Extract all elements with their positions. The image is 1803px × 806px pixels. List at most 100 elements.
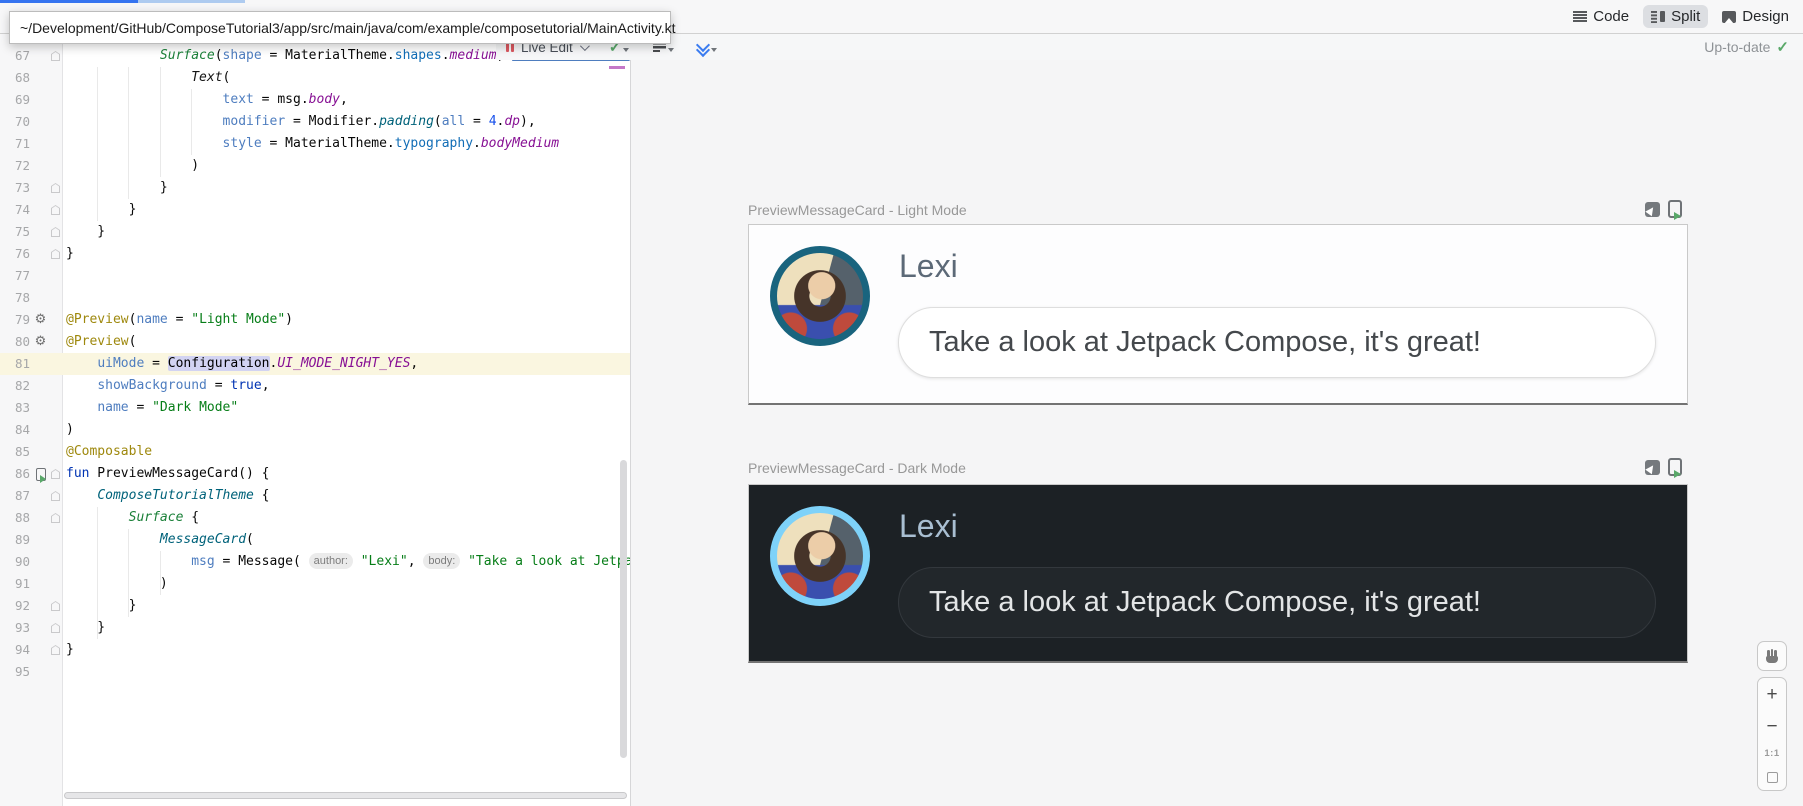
- avatar: [770, 506, 870, 606]
- editor-horizontal-scrollbar[interactable]: [64, 792, 627, 799]
- run-preview-gutter-icon[interactable]: [36, 468, 46, 481]
- zoom-in-button[interactable]: +: [1766, 685, 1777, 704]
- light-preview-title[interactable]: PreviewMessageCard - Light Mode: [748, 202, 967, 218]
- fold-marker-icon[interactable]: [51, 601, 60, 611]
- dark-preview-card[interactable]: Lexi Take a look at Jetpack Compose, it'…: [748, 484, 1688, 663]
- fold-marker-icon[interactable]: [51, 227, 60, 237]
- preview-settings-icon[interactable]: ⚙: [35, 331, 47, 353]
- dark-preview-title[interactable]: PreviewMessageCard - Dark Mode: [748, 460, 966, 476]
- message-bubble: Take a look at Jetpack Compose, it's gre…: [898, 567, 1656, 638]
- code-line[interactable]: 95: [0, 661, 630, 683]
- code-line[interactable]: 93 }: [0, 617, 630, 639]
- pan-tool-button[interactable]: [1757, 641, 1787, 671]
- code-line[interactable]: 70 modifier = Modifier.padding(all = 4.d…: [0, 111, 630, 133]
- line-number: 81: [0, 353, 30, 375]
- code-line[interactable]: 80⚙@Preview(: [0, 331, 630, 353]
- view-mode-code[interactable]: Code: [1565, 5, 1637, 28]
- fold-marker-icon[interactable]: [51, 491, 60, 501]
- fold-marker-icon[interactable]: [51, 645, 60, 655]
- line-number: 84: [0, 419, 30, 441]
- design-view-label: Design: [1742, 8, 1789, 25]
- code-line[interactable]: 76}: [0, 243, 630, 265]
- interactive-preview-icon[interactable]: [1645, 202, 1660, 217]
- code-line[interactable]: 77: [0, 265, 630, 287]
- code-line[interactable]: 72 ): [0, 155, 630, 177]
- code-line[interactable]: 90 msg = Message( author: "Lexi", body: …: [0, 551, 630, 573]
- code-line[interactable]: 75 }: [0, 221, 630, 243]
- collapse-all-icon[interactable]: [696, 41, 709, 54]
- fold-marker-icon[interactable]: [51, 205, 60, 215]
- code-line[interactable]: 79⚙@Preview(name = "Light Mode"): [0, 309, 630, 331]
- code-line[interactable]: 78: [0, 287, 630, 309]
- code-text: name = "Dark Mode": [66, 397, 238, 419]
- line-number: 90: [0, 551, 30, 573]
- code-line[interactable]: 84): [0, 419, 630, 441]
- avatar: [770, 246, 870, 346]
- code-line[interactable]: 92 }: [0, 595, 630, 617]
- author-name: Lexi: [899, 507, 958, 545]
- code-line[interactable]: 71 style = MaterialTheme.typography.body…: [0, 133, 630, 155]
- editor-vertical-scrollbar[interactable]: [620, 460, 627, 758]
- line-number: 87: [0, 485, 30, 507]
- code-line[interactable]: 88 Surface {: [0, 507, 630, 529]
- view-mode-design[interactable]: Design: [1714, 5, 1797, 28]
- preview-settings-icon[interactable]: ⚙: [35, 309, 47, 331]
- code-line[interactable]: 69 text = msg.body,: [0, 89, 630, 111]
- line-number: 83: [0, 397, 30, 419]
- code-line[interactable]: 94}: [0, 639, 630, 661]
- code-line[interactable]: 82 showBackground = true,: [0, 375, 630, 397]
- view-mode-switcher: Code Split Design: [1565, 5, 1797, 28]
- code-text: }: [66, 595, 136, 617]
- code-text: ): [66, 155, 199, 177]
- dark-preview-actions: [1645, 458, 1682, 476]
- code-line[interactable]: 68 Text(: [0, 67, 630, 89]
- run-preview-icon[interactable]: [1668, 200, 1682, 218]
- zoom-out-button[interactable]: −: [1766, 717, 1777, 736]
- active-tab-indicator-fade: [138, 0, 245, 3]
- line-number: 67: [0, 45, 30, 67]
- code-line[interactable]: 86fun PreviewMessageCard() {: [0, 463, 630, 485]
- interactive-preview-icon[interactable]: [1645, 460, 1660, 475]
- zoom-actual-size-button[interactable]: 1:1: [1764, 749, 1779, 759]
- author-name: Lexi: [899, 247, 958, 285]
- code-line[interactable]: 74 }: [0, 199, 630, 221]
- code-line[interactable]: 85@Composable: [0, 441, 630, 463]
- light-preview-actions: [1645, 200, 1682, 218]
- fold-marker-icon[interactable]: [51, 183, 60, 193]
- code-line[interactable]: 91 ): [0, 573, 630, 595]
- line-number: 94: [0, 639, 30, 661]
- code-text: style = MaterialTheme.typography.bodyMed…: [66, 133, 559, 155]
- line-number: 82: [0, 375, 30, 397]
- fold-marker-icon[interactable]: [51, 469, 60, 479]
- code-text: }: [66, 617, 105, 639]
- code-line[interactable]: 89 MessageCard(: [0, 529, 630, 551]
- code-text: modifier = Modifier.padding(all = 4.dp),: [66, 111, 536, 133]
- code-text: MessageCard(: [66, 529, 254, 551]
- line-number: 70: [0, 111, 30, 133]
- code-line[interactable]: 73 }: [0, 177, 630, 199]
- code-text: @Preview(name = "Light Mode"): [66, 309, 293, 331]
- fold-marker-icon[interactable]: [51, 51, 60, 61]
- line-number: 92: [0, 595, 30, 617]
- line-number: 74: [0, 199, 30, 221]
- run-preview-icon[interactable]: [1668, 458, 1682, 476]
- editor-code-area[interactable]: 67 Surface(shape = MaterialTheme.shapes.…: [0, 34, 630, 806]
- fold-marker-icon[interactable]: [51, 249, 60, 259]
- code-text: @Preview(: [66, 331, 136, 353]
- file-path-text: ~/Development/GitHub/ComposeTutorial3/ap…: [20, 20, 676, 36]
- fold-marker-icon[interactable]: [51, 513, 60, 523]
- code-text: text = msg.body,: [66, 89, 348, 111]
- line-number: 75: [0, 221, 30, 243]
- code-line[interactable]: 87 ComposeTutorialTheme {: [0, 485, 630, 507]
- code-line[interactable]: 83 name = "Dark Mode": [0, 397, 630, 419]
- zoom-to-fit-icon[interactable]: [1767, 772, 1778, 783]
- code-line[interactable]: 81 uiMode = Configuration.UI_MODE_NIGHT_…: [0, 353, 630, 375]
- light-preview-card[interactable]: Lexi Take a look at Jetpack Compose, it'…: [748, 224, 1688, 405]
- line-number: 93: [0, 617, 30, 639]
- pan-hand-icon: [1766, 650, 1779, 663]
- build-status: Up-to-date ✓: [1704, 38, 1789, 56]
- line-number: 71: [0, 133, 30, 155]
- view-mode-split[interactable]: Split: [1643, 5, 1708, 28]
- message-text: Take a look at Jetpack Compose, it's gre…: [929, 586, 1481, 619]
- fold-marker-icon[interactable]: [51, 623, 60, 633]
